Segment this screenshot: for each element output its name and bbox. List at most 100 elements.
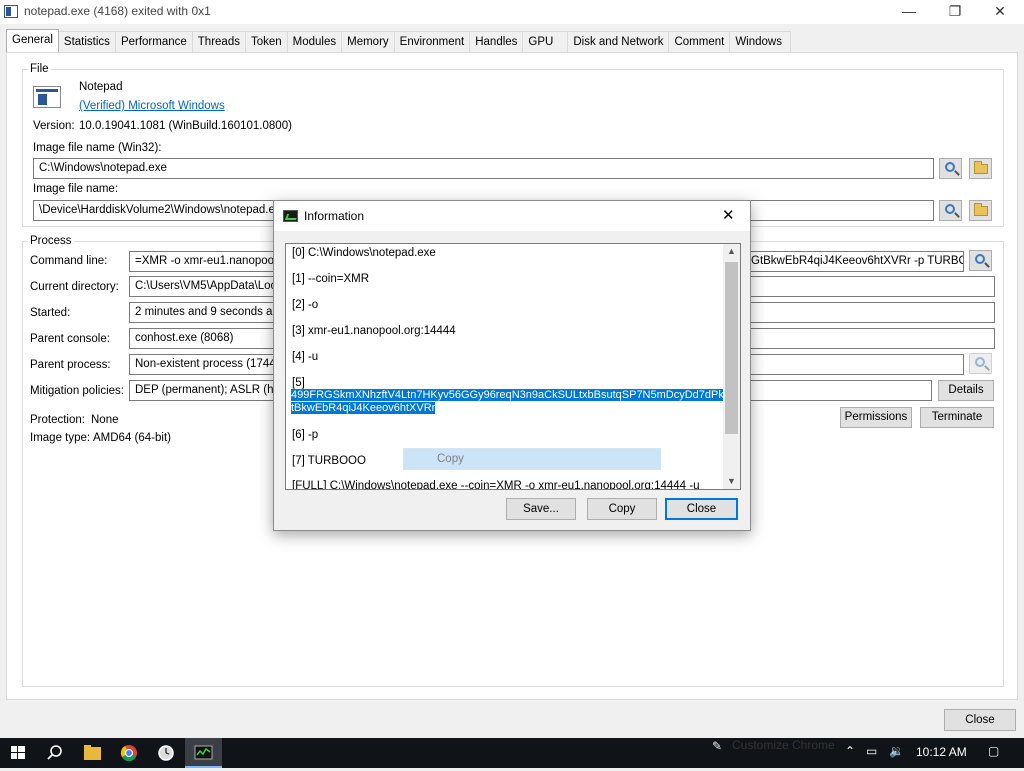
information-dialog: Information ✕ [0] C:\Windows\notepad.exe… xyxy=(273,200,751,531)
tab-disk-and-network[interactable]: Disk and Network xyxy=(567,31,670,52)
mitigation-policies-field-end[interactable] xyxy=(745,380,932,401)
parent-process-label: Parent process: xyxy=(30,359,111,371)
magnifier-icon xyxy=(945,204,955,214)
mitigation-policies-label: Mitigation policies: xyxy=(30,385,124,397)
terminate-button[interactable]: Terminate xyxy=(920,407,994,428)
protection-value: None xyxy=(91,414,119,426)
inspect-win32-button[interactable] xyxy=(939,158,962,179)
inspect-image-button[interactable] xyxy=(939,200,962,221)
current-directory-field[interactable]: C:\Users\VM5\AppData\Loca xyxy=(129,276,279,297)
save-button[interactable]: Save... xyxy=(506,498,576,520)
magnifier-icon xyxy=(975,357,985,367)
tab-environment[interactable]: Environment xyxy=(393,31,471,52)
verified-signer-link[interactable]: (Verified) Microsoft Windows xyxy=(79,100,225,112)
image-label: Image file name: xyxy=(33,183,119,195)
parent-console-field-end[interactable] xyxy=(745,328,995,349)
customize-chrome-label[interactable]: Customize Chrome xyxy=(732,738,835,752)
tab-handles[interactable]: Handles xyxy=(469,31,524,52)
information-list[interactable]: [0] C:\Windows\notepad.exe [1] --coin=XM… xyxy=(285,243,741,490)
copy-button[interactable]: Copy xyxy=(587,498,657,520)
folder-icon xyxy=(84,745,101,760)
started-field-end[interactable] xyxy=(745,302,995,323)
selected-wallet-line-2[interactable]: tBkwEbR4qiJ4Keeov6htXVRr xyxy=(291,402,436,414)
network-icon[interactable]: ▭ xyxy=(866,744,877,758)
dialog-title: Information xyxy=(304,209,365,223)
parent-process-field-end[interactable] xyxy=(745,354,964,375)
customize-chrome-icon: ✎ xyxy=(712,739,723,753)
tray-chevron-icon[interactable]: ⌃ xyxy=(845,744,855,758)
maximize-button[interactable]: ❐ xyxy=(932,0,978,24)
version-label: Version: xyxy=(33,120,75,132)
close-button[interactable]: Close xyxy=(944,709,1016,731)
dialog-close-icon[interactable]: ✕ xyxy=(722,206,735,224)
mitigation-policies-field[interactable]: DEP (permanent); ASLR (high xyxy=(129,380,279,401)
close-window-button[interactable]: ✕ xyxy=(977,0,1023,24)
window-title: notepad.exe (4168) exited with 0x1 xyxy=(24,4,211,18)
current-directory-field-end[interactable] xyxy=(745,276,995,297)
open-folder-win32-button[interactable] xyxy=(969,158,992,179)
clock-time[interactable]: 10:12 AM xyxy=(916,745,967,759)
scroll-up-icon[interactable]: ▲ xyxy=(727,246,736,256)
volume-icon[interactable]: 🔉 xyxy=(889,744,904,758)
inspect-parent-button[interactable] xyxy=(969,353,992,374)
windows-logo-icon xyxy=(11,746,25,759)
list-item[interactable]: [4] -u xyxy=(292,351,318,363)
parent-console-field[interactable]: conhost.exe (8068) xyxy=(129,328,279,349)
image-win32-field[interactable]: C:\Windows\notepad.exe xyxy=(33,158,934,179)
list-item[interactable]: [2] -o xyxy=(292,299,318,311)
tab-threads[interactable]: Threads xyxy=(191,31,246,52)
command-line-field[interactable]: =XMR -o xmr-eu1.nanopool.o xyxy=(129,251,279,272)
taskbar: ✎ Customize Chrome ⌃ ▭ 🔉 10:12 AM ▢ xyxy=(0,738,1024,768)
current-directory-label: Current directory: xyxy=(30,281,119,293)
details-button[interactable]: Details xyxy=(938,380,994,401)
selected-wallet-line-1[interactable]: 499FRGSkmXNhzftV4Ltn7HKyv56GGy96reqN3n9a… xyxy=(291,389,740,401)
command-line-field-end[interactable]: GtBkwEbR4qiJ4Keeov6htXVRr -p TURBOOO xyxy=(745,251,964,272)
tab-performance[interactable]: Performance xyxy=(114,31,193,52)
list-item[interactable]: [FULL] C:\Windows\notepad.exe --coin=XMR… xyxy=(292,480,700,489)
list-item[interactable]: [1] --coin=XMR xyxy=(292,273,369,285)
list-item[interactable]: [3] xmr-eu1.nanopool.org:14444 xyxy=(292,325,456,337)
started-label: Started: xyxy=(30,307,71,319)
folder-icon xyxy=(974,161,988,174)
tab-memory[interactable]: Memory xyxy=(341,31,395,52)
chrome-button[interactable] xyxy=(111,738,148,768)
clock-icon xyxy=(158,745,174,761)
parent-console-label: Parent console: xyxy=(30,333,110,345)
image-win32-label: Image file name (Win32): xyxy=(33,142,162,154)
list-item[interactable]: [6] -p xyxy=(292,429,318,441)
file-explorer-button[interactable] xyxy=(74,738,111,768)
tab-comment[interactable]: Comment xyxy=(668,31,731,52)
permissions-button[interactable]: Permissions xyxy=(840,407,912,428)
tab-general[interactable]: General xyxy=(6,29,59,52)
tab-token[interactable]: Token xyxy=(244,31,288,52)
tab-windows[interactable]: Windows xyxy=(729,31,791,52)
started-field[interactable]: 2 minutes and 9 seconds ago xyxy=(129,302,279,323)
list-item[interactable]: [7] TURBOOO xyxy=(292,455,366,467)
open-folder-image-button[interactable] xyxy=(969,200,992,221)
tab-gpu[interactable]: GPU xyxy=(522,31,569,52)
parent-process-field[interactable]: Non-existent process (1744) xyxy=(129,354,279,375)
process-hacker-button[interactable] xyxy=(185,738,222,768)
file-name: Notepad xyxy=(79,81,123,93)
process-hacker-icon xyxy=(194,745,213,760)
minimize-button[interactable]: — xyxy=(886,0,932,24)
notifications-icon[interactable]: ▢ xyxy=(988,744,999,758)
tab-statistics[interactable]: Statistics xyxy=(57,31,116,52)
list-item[interactable]: [5] xyxy=(292,377,305,389)
search-button[interactable] xyxy=(37,738,74,768)
magnifier-icon xyxy=(975,254,985,264)
start-button[interactable] xyxy=(0,738,37,768)
scrollbar-thumb[interactable] xyxy=(725,262,738,434)
command-line-label: Command line: xyxy=(30,255,108,267)
list-item[interactable]: [0] C:\Windows\notepad.exe xyxy=(292,247,436,259)
context-menu-copy[interactable]: Copy xyxy=(403,448,661,470)
app-icon xyxy=(4,5,18,18)
process-hacker-icon xyxy=(283,210,298,222)
scroll-down-icon[interactable]: ▼ xyxy=(727,476,736,486)
search-icon xyxy=(47,745,62,760)
clock-app-button[interactable] xyxy=(148,738,185,768)
tab-modules[interactable]: Modules xyxy=(286,31,343,52)
chrome-icon xyxy=(120,745,137,762)
inspect-command-line-button[interactable] xyxy=(969,250,992,271)
dialog-close-button[interactable]: Close xyxy=(665,498,738,520)
